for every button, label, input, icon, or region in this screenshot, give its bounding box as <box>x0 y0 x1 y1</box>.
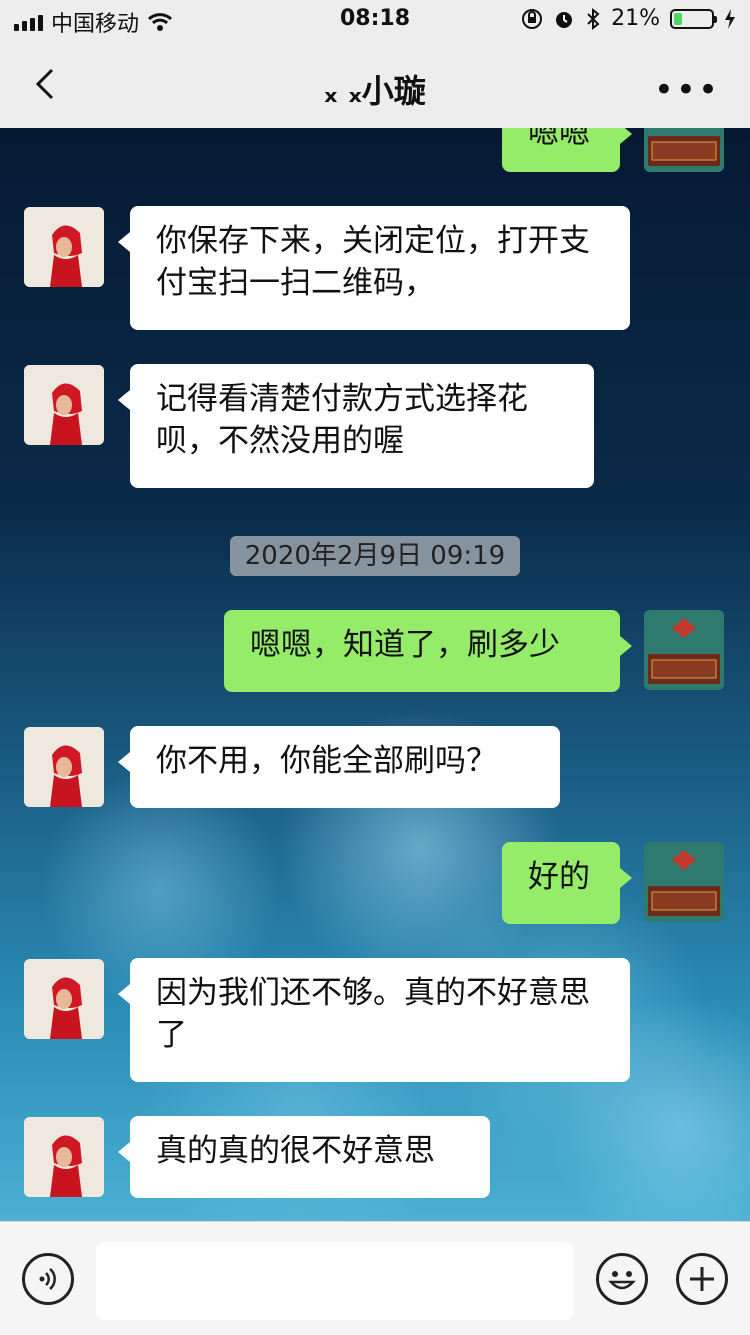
emoji-button[interactable] <box>596 1253 648 1305</box>
message-bubble-incoming[interactable]: 你保存下来，关闭定位，打开支付宝扫一扫二维码， <box>118 206 630 330</box>
avatar-image <box>644 842 724 922</box>
battery-percent: 21% <box>611 6 660 31</box>
status-bar: 中国移动 08:18 21% <box>0 0 750 40</box>
message-bubble-incoming[interactable]: 记得看清楚付款方式选择花呗，不然没用的喔 <box>118 364 594 488</box>
chat-title: ₓ ₓ小璇 <box>324 72 426 110</box>
message-text: 嗯嗯 <box>528 128 590 151</box>
plus-button[interactable] <box>676 1253 728 1305</box>
emoji-icon <box>608 1271 636 1290</box>
avatar-image <box>24 365 104 445</box>
message-text: 嗯嗯，知道了，刷多少 <box>250 627 560 663</box>
message-bubble-incoming[interactable]: 你不用，你能全部刷吗？ <box>118 726 560 808</box>
contact-avatar[interactable] <box>24 727 104 807</box>
avatar-image <box>24 207 104 287</box>
avatar-image <box>644 128 724 172</box>
message-bubble-outgoing[interactable]: 嗯嗯 <box>502 128 632 172</box>
plus-icon <box>690 1267 714 1291</box>
battery-icon <box>670 8 717 29</box>
message-text: 你不用，你能全部刷吗？ <box>156 743 497 779</box>
input-bar <box>0 1221 750 1335</box>
alarm-icon <box>556 11 573 28</box>
charging-icon <box>725 8 735 29</box>
message-text: 你保存下来，关闭定位，打开支付宝扫一扫二维码， <box>156 223 590 301</box>
timestamp-divider: 2020年2月9日 09:19 <box>230 536 520 576</box>
more-icon[interactable]: ••• <box>654 70 720 110</box>
nav-bar: ₓ ₓ小璇 ••• <box>0 40 750 128</box>
my-avatar[interactable] <box>644 128 724 172</box>
message-bubble-outgoing[interactable]: 嗯嗯，知道了，刷多少 <box>224 610 632 692</box>
message-input[interactable] <box>96 1242 574 1320</box>
contact-avatar[interactable] <box>24 207 104 287</box>
message-text: 好的 <box>528 859 590 895</box>
message-text: 因为我们还不够。真的不好意思了 <box>156 975 590 1053</box>
my-avatar[interactable] <box>644 610 724 690</box>
bluetooth-icon <box>587 7 600 30</box>
contact-avatar[interactable] <box>24 365 104 445</box>
status-right: 21% <box>521 6 736 31</box>
avatar-image <box>644 610 724 690</box>
message-text: 记得看清楚付款方式选择花呗，不然没用的喔 <box>156 381 528 459</box>
contact-avatar[interactable] <box>24 959 104 1039</box>
voice-button[interactable] <box>22 1253 74 1305</box>
contact-avatar[interactable] <box>24 1117 104 1197</box>
message-bubble-incoming[interactable]: 真的真的很不好意思 <box>118 1116 490 1198</box>
my-avatar[interactable] <box>644 842 724 922</box>
message-text: 真的真的很不好意思 <box>156 1133 435 1169</box>
avatar-image <box>24 959 104 1039</box>
lock-rotation-icon <box>522 8 543 29</box>
avatar-image <box>24 727 104 807</box>
message-bubble-outgoing[interactable]: 好的 <box>502 842 632 924</box>
message-bubble-incoming[interactable]: 因为我们还不够。真的不好意思了 <box>118 958 630 1082</box>
chat-area[interactable]: 嗯嗯 你保存下来，关闭定位，打开支付宝扫一扫二维码， 记得看清楚付款方式选择花呗 <box>0 128 750 1221</box>
battery-fill <box>674 12 682 25</box>
avatar-image <box>24 1117 104 1197</box>
voice-icon <box>39 1268 56 1290</box>
